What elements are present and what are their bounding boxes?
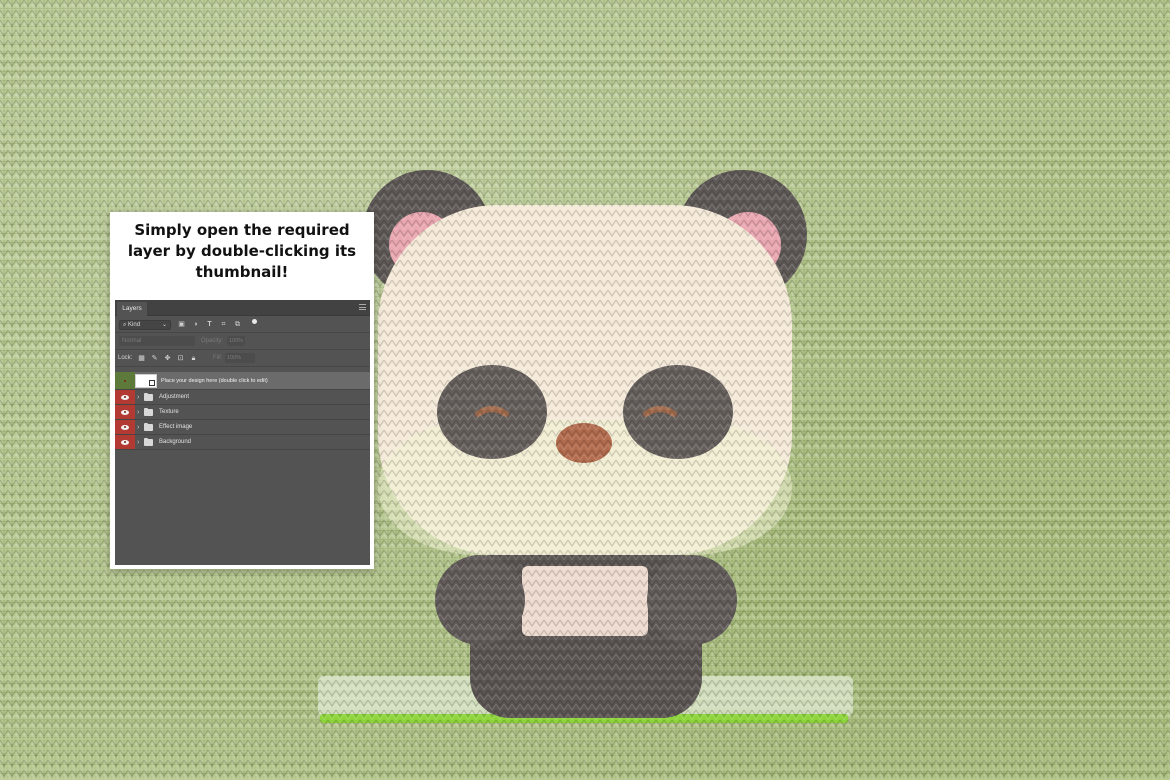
chevron-down-icon: ⌄ xyxy=(161,322,167,328)
filter-kind-select[interactable]: ⌕ Kind ⌄ xyxy=(119,320,171,330)
layer-name: Background xyxy=(159,439,192,445)
panel-menu-icon[interactable] xyxy=(359,304,366,310)
lock-move-icon[interactable]: ✥ xyxy=(163,354,172,363)
shape-filter-icon[interactable]: ⌗ xyxy=(219,320,228,329)
lock-transparent-icon[interactable]: ▦ xyxy=(137,354,146,363)
filter-row: ⌕ Kind ⌄ ▣ ◑ T ⌗ ⧉ xyxy=(115,316,370,333)
smart-object-filter-icon[interactable]: ⧉ xyxy=(233,320,242,329)
eye-icon xyxy=(121,394,129,400)
layer-name: Place your design here (double click to … xyxy=(161,378,268,384)
layer-name: Effect image xyxy=(159,424,193,430)
lock-all-icon[interactable]: 🔒︎ xyxy=(189,354,198,363)
layer-group-texture[interactable]: › Texture xyxy=(115,405,370,420)
smart-object-badge-icon xyxy=(149,380,155,386)
filter-toggle-icon[interactable] xyxy=(252,319,257,324)
tab-layers[interactable]: Layers xyxy=(117,302,147,316)
lock-paint-icon[interactable]: ✎ xyxy=(150,354,159,363)
visibility-toggle[interactable] xyxy=(115,372,135,389)
filter-kind-value: Kind xyxy=(128,322,141,328)
adjustment-filter-icon[interactable]: ◑ xyxy=(191,320,200,329)
layer-name: Texture xyxy=(159,409,179,415)
lock-row: Lock: ▦ ✎ ✥ ⊡ 🔒︎ Fill: 100% xyxy=(115,350,370,367)
eye-icon xyxy=(121,378,129,383)
chevron-right-icon[interactable]: › xyxy=(137,390,139,405)
layer-group-effect-image[interactable]: › Effect image xyxy=(115,420,370,435)
layer-thumbnail[interactable] xyxy=(135,374,157,388)
folder-icon xyxy=(144,437,153,446)
layer-group-adjustment[interactable]: › Adjustment xyxy=(115,390,370,405)
opacity-field[interactable]: 100% xyxy=(227,336,245,346)
visibility-toggle[interactable] xyxy=(115,420,135,434)
folder-icon xyxy=(144,422,153,431)
chevron-right-icon[interactable]: › xyxy=(137,405,139,420)
chevron-right-icon[interactable]: › xyxy=(137,420,139,435)
eye-icon xyxy=(121,424,129,430)
instruction-text: Simply open the required layer by double… xyxy=(127,221,357,281)
layers-tabbar: Layers xyxy=(115,300,370,316)
visibility-toggle[interactable] xyxy=(115,435,135,449)
lock-label: Lock: xyxy=(118,355,133,361)
folder-icon xyxy=(144,407,153,416)
eye-icon xyxy=(121,439,129,445)
layers-panel: Layers ⌕ Kind ⌄ ▣ ◑ T ⌗ ⧉ Normal Opacity… xyxy=(115,300,370,565)
layer-group-background[interactable]: › Background xyxy=(115,435,370,450)
layer-name: Adjustment xyxy=(159,394,190,400)
image-filter-icon[interactable]: ▣ xyxy=(177,320,186,329)
opacity-label: Opacity: xyxy=(201,338,224,344)
layer-smart-object[interactable]: Place your design here (double click to … xyxy=(115,372,370,390)
fill-label: Fill: xyxy=(213,355,223,361)
chevron-right-icon[interactable]: › xyxy=(137,435,139,450)
blend-row: Normal Opacity: 100% xyxy=(115,333,370,350)
blend-mode-select[interactable]: Normal xyxy=(119,336,195,346)
eye-icon xyxy=(121,409,129,415)
visibility-toggle[interactable] xyxy=(115,405,135,419)
fill-field[interactable]: 100% xyxy=(225,353,255,363)
type-filter-icon[interactable]: T xyxy=(205,320,214,329)
lock-artboard-icon[interactable]: ⊡ xyxy=(176,354,185,363)
search-icon: ⌕ xyxy=(123,322,127,328)
folder-icon xyxy=(144,392,153,401)
visibility-toggle[interactable] xyxy=(115,390,135,404)
layers-list: Place your design here (double click to … xyxy=(115,372,370,450)
